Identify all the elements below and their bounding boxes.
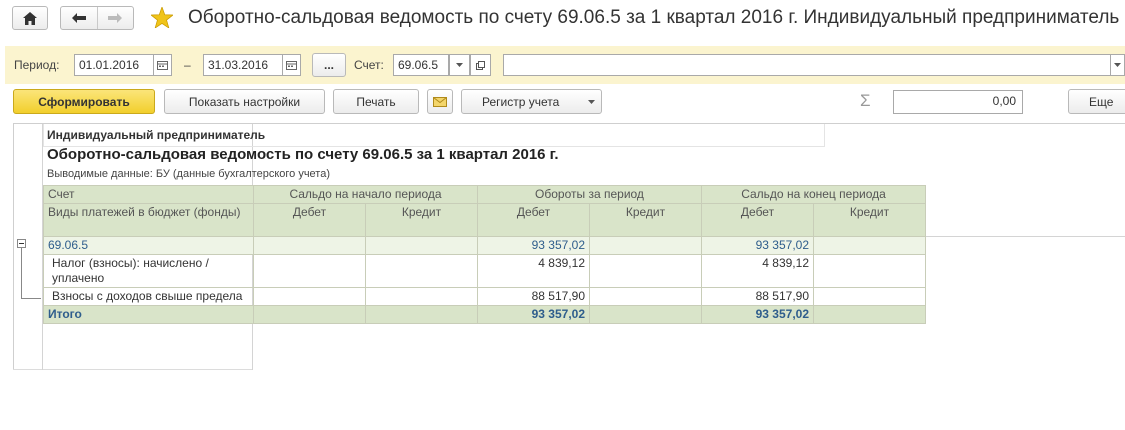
home-icon: [23, 11, 37, 25]
col-open-credit: Кредит: [365, 203, 478, 237]
table-row[interactable]: Взносы с доходов свыше предела 88 517,90…: [43, 287, 926, 306]
row-turn-debit: 88 517,90: [477, 287, 590, 306]
row-open-debit: [253, 236, 366, 255]
table-row[interactable]: Налог (взносы): начислено / уплачено 4 8…: [43, 254, 926, 288]
organization-name: Индивидуальный предприниматель: [47, 128, 266, 142]
register-dropdown-button[interactable]: Регистр учета: [461, 89, 602, 114]
col-account: Счет: [43, 185, 254, 204]
date-dash: –: [184, 58, 191, 72]
tree-line-end: [21, 298, 41, 299]
row-open-credit: [365, 236, 478, 255]
dropdown-arrow-icon: [1114, 63, 1121, 67]
sum-field: 0,00: [893, 90, 1023, 114]
more-button[interactable]: Еще: [1068, 89, 1125, 114]
calendar-icon: [157, 60, 168, 70]
col-payment-types: Виды платежей в бюджет (фонды): [43, 203, 254, 237]
row-open-credit: [365, 254, 478, 288]
total-open-debit: [253, 305, 366, 324]
nav-buttons: [60, 6, 134, 30]
report-table: Счет Сальдо на начало периода Обороты за…: [43, 185, 926, 324]
back-arrow-icon: [71, 13, 86, 23]
row-close-credit: [813, 287, 926, 306]
dropdown-arrow-icon: [588, 100, 595, 104]
period-select-button[interactable]: ...: [312, 53, 346, 77]
show-settings-button[interactable]: Показать настройки: [164, 89, 325, 114]
col-opening: Сальдо на начало периода: [253, 185, 478, 204]
window-title: Оборотно-сальдовая ведомость по счету 69…: [188, 7, 1125, 28]
row-open-debit: [253, 287, 366, 306]
row-close-debit: 4 839,12: [701, 254, 814, 288]
col-open-debit: Дебет: [253, 203, 366, 237]
date-to-field[interactable]: 31.03.2016: [203, 54, 283, 76]
row-name: 69.06.5: [43, 236, 254, 255]
date-from-field[interactable]: 01.01.2016: [74, 54, 154, 76]
row-open-credit: [365, 287, 478, 306]
forward-arrow-icon: [108, 13, 123, 23]
total-name: Итого: [43, 305, 254, 324]
total-turn-debit: 93 357,02: [477, 305, 590, 324]
star-icon[interactable]: [151, 7, 173, 28]
mail-icon: [433, 96, 447, 107]
row-open-debit: [253, 254, 366, 288]
report-title: Оборотно-сальдовая ведомость по счету 69…: [47, 146, 559, 163]
report-left-border: [13, 123, 14, 370]
calendar-to-button[interactable]: [282, 54, 301, 76]
send-email-button[interactable]: [427, 89, 453, 114]
home-button[interactable]: [12, 6, 48, 30]
row-turn-credit: [589, 236, 702, 255]
calendar-icon: [286, 60, 297, 70]
open-icon: [476, 60, 485, 70]
col-close-credit: Кредит: [813, 203, 926, 237]
calendar-from-button[interactable]: [153, 54, 172, 76]
col-closing: Сальдо на конец периода: [701, 185, 926, 204]
total-row[interactable]: Итого 93 357,02 93 357,02: [43, 305, 926, 324]
table-row[interactable]: 69.06.5 93 357,02 93 357,02: [43, 236, 926, 255]
col-turn-credit: Кредит: [589, 203, 702, 237]
total-close-debit: 93 357,02: [701, 305, 814, 324]
row-turn-credit: [589, 254, 702, 288]
collapse-icon: [19, 243, 24, 244]
total-close-credit: [813, 305, 926, 324]
account-dropdown-button[interactable]: [449, 54, 470, 76]
sigma-icon: Σ: [860, 91, 871, 110]
back-button[interactable]: [61, 7, 98, 29]
grid-line-row: [925, 236, 1125, 237]
col-close-debit: Дебет: [701, 203, 814, 237]
row-close-credit: [813, 236, 926, 255]
row-close-credit: [813, 254, 926, 288]
tree-line: [21, 248, 22, 298]
print-button[interactable]: Печать: [333, 89, 419, 114]
total-open-credit: [365, 305, 478, 324]
period-label: Период:: [14, 58, 60, 72]
collapse-button[interactable]: [17, 239, 26, 248]
organization-field[interactable]: [503, 54, 1113, 76]
header-row-1: Счет Сальдо на начало периода Обороты за…: [43, 185, 926, 204]
col-turnover: Обороты за период: [477, 185, 702, 204]
row-turn-debit: 93 357,02: [477, 236, 590, 255]
dropdown-arrow-icon: [456, 63, 463, 67]
total-turn-credit: [589, 305, 702, 324]
report-bottom-border: [13, 369, 253, 370]
register-label: Регистр учета: [482, 94, 560, 109]
account-open-button[interactable]: [470, 54, 491, 76]
organization-dropdown-button[interactable]: [1110, 54, 1125, 76]
row-name: Взносы с доходов свыше предела: [43, 287, 254, 306]
col-turn-debit: Дебет: [477, 203, 590, 237]
row-turn-credit: [589, 287, 702, 306]
account-label: Счет:: [354, 58, 384, 72]
row-turn-debit: 4 839,12: [477, 254, 590, 288]
row-close-debit: 88 517,90: [701, 287, 814, 306]
header-row-2: Виды платежей в бюджет (фонды) Дебет Кре…: [43, 203, 926, 237]
row-close-debit: 93 357,02: [701, 236, 814, 255]
generate-button[interactable]: Сформировать: [13, 89, 155, 114]
forward-button[interactable]: [98, 7, 134, 29]
account-field[interactable]: 69.06.5: [393, 54, 449, 76]
data-shown-label: Выводимые данные: БУ (данные бухгалтерск…: [47, 168, 330, 180]
row-name: Налог (взносы): начислено / уплачено: [43, 254, 254, 288]
